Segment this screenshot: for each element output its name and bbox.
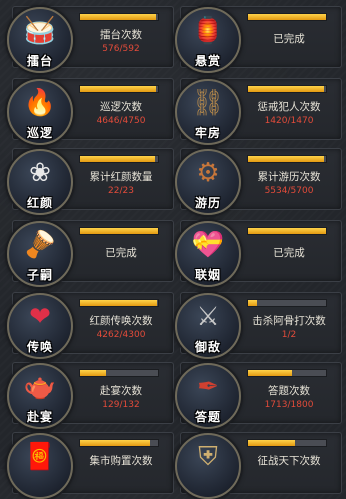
card-lianyin[interactable]: 💝 联姻 已完成 [175, 220, 342, 287]
hearts-icon: ❤ 传唤 [7, 293, 73, 359]
flower-icon: ❀ 红颜 [7, 149, 73, 215]
progress-bar [247, 369, 327, 377]
progress-bar [247, 155, 327, 163]
icon-name: 擂台 [26, 54, 53, 68]
shop-sign-icon: 🏮 悬赏 [175, 7, 241, 73]
drum-icon: 🥁 擂台 [7, 7, 73, 73]
card-laofang[interactable]: ⛓ 牢房 惩戒犯人次数 1420/1470 [175, 78, 342, 145]
task-count: 1713/1800 [264, 400, 314, 410]
progress-bar [79, 85, 159, 93]
icon-name: 子嗣 [26, 268, 53, 282]
progress-bar [79, 155, 159, 163]
icon-name: 巡逻 [26, 126, 53, 140]
icon-name: 红颜 [26, 196, 53, 210]
progress-bar [247, 227, 327, 235]
task-status: 已完成 [273, 247, 305, 259]
progress-bar [79, 369, 159, 377]
task-title: 赴宴次数 [100, 385, 142, 397]
icon-name: 悬赏 [194, 54, 221, 68]
task-count: 576/592 [102, 44, 140, 54]
task-count: 4262/4300 [96, 330, 146, 340]
task-title: 红颜传唤次数 [89, 315, 153, 327]
task-title: 集市购置次数 [89, 455, 153, 467]
battle-axe-icon: ⚔ 御敌 [175, 293, 241, 359]
progress-bar [79, 227, 159, 235]
progress-bar [247, 439, 327, 447]
task-count: 22/23 [108, 186, 134, 196]
task-title: 征战天下次数 [257, 455, 321, 467]
progress-bar [247, 299, 327, 307]
task-status: 已完成 [273, 33, 305, 45]
task-title: 击杀阿骨打次数 [252, 315, 326, 327]
card-chuanhuan[interactable]: ❤ 传唤 红颜传唤次数 4262/4300 [7, 292, 174, 359]
card-zisi[interactable]: 🪘 子嗣 已完成 [7, 220, 174, 287]
card-xuanshang[interactable]: 🏮 悬赏 已完成 [175, 6, 342, 73]
gift-heart-icon: 💝 联姻 [175, 221, 241, 287]
icon-name: 传唤 [26, 340, 53, 354]
task-title: 惩戒犯人次数 [257, 101, 321, 113]
progress-bar [247, 85, 327, 93]
icon-name: 牢房 [194, 126, 221, 140]
card-zhengzhan[interactable]: ⛨ 征战天下次数 [175, 432, 342, 499]
card-dati[interactable]: ✒ 答题 答题次数 1713/1800 [175, 362, 342, 429]
war-helmet-icon: ⛨ [175, 433, 241, 499]
progress-bar [247, 13, 327, 21]
icon-name: 赴宴 [26, 410, 53, 424]
carriage-icon: ⚙ 游历 [175, 149, 241, 215]
card-fuyan[interactable]: 🫖 赴宴 赴宴次数 129/132 [7, 362, 174, 429]
icon-name: 御敌 [194, 340, 221, 354]
red-envelope-icon: 🧧 [7, 433, 73, 499]
task-title: 答题次数 [268, 385, 310, 397]
task-count: 1/2 [281, 330, 297, 340]
icon-name: 答题 [194, 410, 221, 424]
icon-name: 游历 [194, 196, 221, 210]
rattle-drum-icon: 🪘 子嗣 [7, 221, 73, 287]
task-title: 累计游历次数 [257, 171, 321, 183]
achievement-grid: 🥁 擂台 擂台次数 576/592 🏮 悬赏 已完成 🔥 巡逻 巡逻次数 4646/4… [0, 0, 346, 499]
progress-bar [79, 439, 159, 447]
task-title: 巡逻次数 [100, 101, 142, 113]
teapot-icon: 🫖 赴宴 [7, 363, 73, 429]
progress-bar [79, 299, 159, 307]
task-count: 129/132 [102, 400, 140, 410]
shackle-icon: ⛓ 牢房 [175, 79, 241, 145]
card-yudi[interactable]: ⚔ 御敌 击杀阿骨打次数 1/2 [175, 292, 342, 359]
card-hongyan[interactable]: ❀ 红颜 累计红颜数量 22/23 [7, 148, 174, 215]
task-title: 累计红颜数量 [89, 171, 153, 183]
card-youli[interactable]: ⚙ 游历 累计游历次数 5534/5700 [175, 148, 342, 215]
task-count: 1420/1470 [264, 116, 314, 126]
card-jishi[interactable]: 🧧 集市购置次数 [7, 432, 174, 499]
icon-name: 联姻 [194, 268, 221, 282]
task-count: 4646/4750 [96, 116, 146, 126]
brush-scroll-icon: ✒ 答题 [175, 363, 241, 429]
card-xunluo[interactable]: 🔥 巡逻 巡逻次数 4646/4750 [7, 78, 174, 145]
progress-bar [79, 13, 159, 21]
task-count: 5534/5700 [264, 186, 314, 196]
torch-icon: 🔥 巡逻 [7, 79, 73, 145]
task-status: 已完成 [105, 247, 137, 259]
card-leitai[interactable]: 🥁 擂台 擂台次数 576/592 [7, 6, 174, 73]
task-title: 擂台次数 [100, 29, 142, 41]
